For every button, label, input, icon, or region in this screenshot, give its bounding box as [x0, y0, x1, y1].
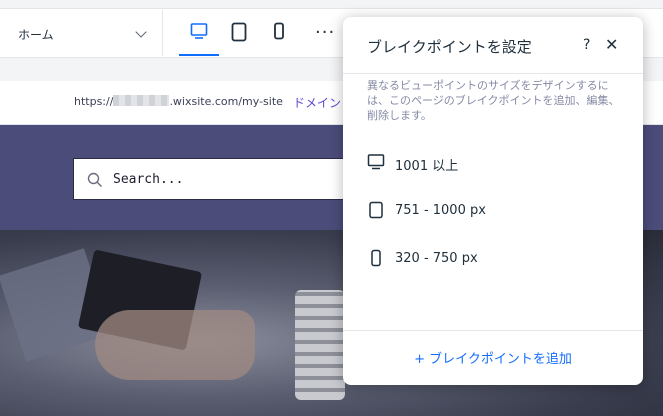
url-prefix: https:// — [74, 95, 114, 108]
panel-footer-divider — [343, 330, 643, 331]
breakpoint-mobile[interactable]: 320 - 750 px — [367, 245, 617, 273]
page-select-value: ホーム — [18, 28, 54, 42]
breakpoint-desktop-label: 1001 以上 — [395, 159, 459, 174]
panel-description: 異なるビューポイントのサイズをデザインするには、このページのブレイクポイントを追… — [367, 79, 620, 122]
desktop-icon — [367, 154, 385, 170]
blurred-username — [113, 95, 170, 106]
photo-watch-shape — [295, 290, 345, 400]
desktop-icon — [190, 23, 208, 39]
photo-hand-shape — [95, 310, 255, 380]
toolbar-top-strip — [0, 0, 663, 9]
mobile-icon — [371, 249, 381, 267]
mobile-icon — [274, 22, 284, 40]
breakpoint-desktop[interactable]: 1001 以上 — [367, 149, 617, 177]
close-icon[interactable]: ✕ — [605, 35, 618, 54]
tablet-icon — [231, 22, 247, 42]
site-search-input[interactable]: Search... — [73, 158, 373, 200]
url-suffix: .wixsite.com/my-site — [169, 95, 283, 108]
breakpoint-tablet[interactable]: 751 - 1000 px — [367, 197, 617, 225]
panel-divider — [343, 73, 643, 74]
desktop-breakpoint-button[interactable] — [179, 12, 219, 56]
breakpoint-mobile-label: 320 - 750 px — [395, 251, 478, 266]
help-icon[interactable]: ? — [583, 37, 590, 53]
more-icon: ··· — [315, 22, 336, 43]
connect-domain-link[interactable]: ドメイン — [293, 94, 341, 111]
site-url: https:// .wixsite.com/my-site — [74, 95, 283, 108]
page-select-dropdown[interactable]: ホーム — [0, 10, 163, 56]
breakpoint-tablet-label: 751 - 1000 px — [395, 203, 486, 218]
tablet-icon — [369, 201, 383, 219]
search-placeholder: Search... — [113, 172, 184, 187]
search-icon — [87, 172, 102, 187]
more-options-button[interactable]: ··· — [304, 12, 344, 56]
mobile-breakpoint-button[interactable] — [259, 12, 299, 56]
chevron-down-icon — [135, 26, 147, 38]
tablet-breakpoint-button[interactable] — [219, 12, 259, 56]
breakpoints-panel: ブレイクポイントを設定 ? ✕ 異なるビューポイントのサイズをデザインするには、… — [343, 17, 643, 385]
add-breakpoint-button[interactable]: + ブレイクポイントを追加 — [343, 348, 643, 367]
panel-title: ブレイクポイントを設定 — [367, 38, 532, 56]
